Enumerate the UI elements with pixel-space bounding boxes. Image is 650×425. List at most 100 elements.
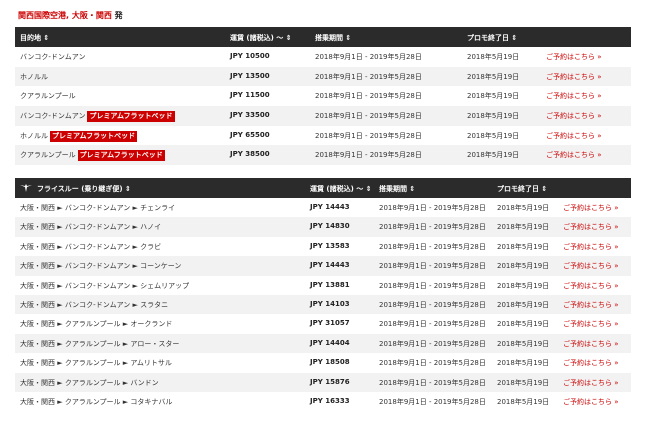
period-cell: 2018年9月1日 - 2019年5月28日 [379,242,486,251]
book-now-link[interactable]: ご予約はこちら » [546,131,602,141]
book-now-link[interactable]: ご予約はこちら » [563,319,619,329]
book-now-link[interactable]: ご予約はこちら » [546,52,602,62]
period-cell: 2018年9月1日 - 2019年5月28日 [315,72,422,81]
period-cell: 2018年9月1日 - 2019年5月28日 [379,281,486,290]
table-header: 目的地 ⇕ 運賃 (諸税込) ～ ⇕ 搭乗期間 ⇕ プロモ終了日 ⇕ [15,27,631,47]
promo-end-cell: 2018年5月19日 [467,112,520,121]
fare-cell: JPY 13881 [310,280,350,289]
fare-cell: JPY 10500 [230,52,270,60]
route-label: 大阪・関西 ► バンコク-ドンムアン ► クラビ [20,242,162,251]
promo-end-cell: 2018年5月19日 [497,262,550,271]
route-label: 大阪・関西 ► クアラルンプール ► バンドン [20,378,159,387]
book-now-link[interactable]: ご予約はこちら » [563,281,619,291]
header-period[interactable]: 搭乗期間 ⇕ [315,33,351,43]
route-cell: 大阪・関西 ► クアラルンプール ► アロー・スター [20,339,179,349]
period-cell: 2018年9月1日 - 2019年5月28日 [315,151,422,160]
period-cell: 2018年9月1日 - 2019年5月28日 [315,131,422,140]
table-row: 大阪・関西 ► クアラルンプール ► アムリトサル JPY 18508 2018年9… [15,353,631,373]
table-row: 大阪・関西 ► バンコク-ドンムアン ► スラタニ JPY 14103 2018年9… [15,294,631,315]
table-header: フライスルー (乗り継ぎ便) ⇕ 運賃 (諸税込) ～ ⇕ 搭乗期間 ⇕ プロモ… [15,178,631,198]
premium-flatbed-badge: プレミアムフラットベッド [77,150,165,162]
promo-end-cell: 2018年5月19日 [497,223,550,232]
page-title: 関西国際空港, 大阪・関西 発 [18,10,123,21]
route-cell: ホノルル [20,72,48,82]
promo-end-cell: 2018年5月19日 [497,320,550,329]
route-label: 大阪・関西 ► バンコク-ドンムアン ► コーンケーン [20,262,182,271]
fare-cell: JPY 13583 [310,241,350,250]
route-cell: 大阪・関西 ► バンコク-ドンムアン ► クラビ [20,242,161,252]
period-cell: 2018年9月1日 - 2019年5月28日 [379,397,486,406]
book-now-link[interactable]: ご予約はこちら » [563,339,619,349]
fare-cell: JPY 14443 [310,261,350,270]
route-label: 大阪・関西 ► バンコク-ドンムアン ► ハノイ [20,223,162,232]
table-row: 大阪・関西 ► バンコク-ドンムアン ► クラビ JPY 13583 2018年9月… [15,236,631,257]
book-now-link[interactable]: ご予約はこちら » [546,72,602,82]
header-destination[interactable]: 目的地 ⇕ [20,33,49,43]
book-now-link[interactable]: ご予約はこちら » [546,150,602,160]
period-cell: 2018年9月1日 - 2019年5月28日 [379,339,486,348]
route-label: ホノルル [20,131,48,140]
route-cell: 大阪・関西 ► クアラルンプール ► コタキナバル [20,397,172,407]
route-cell: 大阪・関西 ► バンコク-ドンムアン ► コーンケーン [20,261,181,271]
fare-cell: JPY 14103 [310,299,350,308]
header-promo-end[interactable]: プロモ終了日 ⇕ [497,184,547,194]
fare-cell: JPY 18508 [310,358,350,367]
header-destination[interactable]: フライスルー (乗り継ぎ便) ⇕ [37,184,131,194]
book-now-link[interactable]: ご予約はこちら » [563,261,619,271]
promo-end-cell: 2018年5月19日 [497,378,550,387]
table-row: 大阪・関西 ► バンコク-ドンムアン ► シェムリアップ JPY 13881 201… [15,275,631,295]
route-cell: 大阪・関西 ► バンコク-ドンムアン ► スラタニ [20,300,168,310]
promo-end-cell: 2018年5月19日 [497,339,550,348]
table-row: 大阪・関西 ► バンコク-ドンムアン ► ハノイ JPY 14830 2018年9月… [15,217,631,237]
period-cell: 2018年9月1日 - 2019年5月28日 [379,223,486,232]
table-row: ホノルル JPY 13500 2018年9月1日 - 2019年5月28日 2018年… [15,66,631,87]
fare-cell: JPY 33500 [230,111,270,120]
fare-cell: JPY 13500 [230,71,270,80]
route-cell: クアラルンプール プレミアムフラットベッド [20,150,165,162]
period-cell: 2018年9月1日 - 2019年5月28日 [379,300,486,309]
header-period[interactable]: 搭乗期間 ⇕ [379,184,415,194]
winged-logo-icon [20,184,32,192]
table-row: 大阪・関西 ► クアラルンプール ► オークランド JPY 31057 2018年9… [15,314,631,334]
fare-cell: JPY 14830 [310,222,350,231]
promo-end-cell: 2018年5月19日 [497,281,550,290]
route-label: ホノルル [20,72,48,81]
book-now-link[interactable]: ご予約はこちら » [563,222,619,232]
table-row: バンコク-ドンムアン プレミアムフラットベッド JPY 33500 2018年9月1日… [15,106,631,126]
route-label: 大阪・関西 ► クアラルンプール ► コタキナバル [20,397,173,406]
route-cell: 大阪・関西 ► クアラルンプール ► アムリトサル [20,358,172,368]
book-now-link[interactable]: ご予約はこちら » [546,91,602,101]
fare-cell: JPY 31057 [310,319,350,328]
route-label: バンコク-ドンムアン [20,53,86,61]
period-cell: 2018年9月1日 - 2019年5月28日 [315,112,422,121]
route-label: 大阪・関西 ► バンコク-ドンムアン ► シェムリアップ [20,281,190,290]
route-cell: ホノルル プレミアムフラットベッド [20,130,138,142]
route-label: バンコク-ドンムアン [20,112,86,121]
promo-end-cell: 2018年5月19日 [467,92,520,101]
book-now-link[interactable]: ご予約はこちら » [563,242,619,252]
fare-cell: JPY 15876 [310,377,350,386]
fare-cell: JPY 65500 [230,130,270,139]
route-cell: 大阪・関西 ► バンコク-ドンムアン ► ハノイ [20,222,161,232]
book-now-link[interactable]: ご予約はこちら » [563,397,619,407]
route-label: クアラルンプール [20,151,76,160]
promo-end-cell: 2018年5月19日 [497,397,550,406]
table-row: ホノルル プレミアムフラットベッド JPY 65500 2018年9月1日 - 201… [15,125,631,146]
origin-label: 関西国際空港, 大阪・関西 [18,11,112,20]
fare-cell: JPY 14443 [310,203,350,211]
book-now-link[interactable]: ご予約はこちら » [563,203,619,213]
period-cell: 2018年9月1日 - 2019年5月28日 [379,320,486,329]
promo-end-cell: 2018年5月19日 [497,300,550,309]
promo-end-cell: 2018年5月19日 [467,131,520,140]
table-row: 大阪・関西 ► クアラルンプール ► アロー・スター JPY 14404 2018年… [15,333,631,354]
book-now-link[interactable]: ご予約はこちら » [563,378,619,388]
book-now-link[interactable]: ご予約はこちら » [563,358,619,368]
header-fare[interactable]: 運賃 (諸税込) ～ ⇕ [310,184,372,194]
promo-end-cell: 2018年5月19日 [467,53,520,61]
header-promo-end[interactable]: プロモ終了日 ⇕ [467,33,517,43]
period-cell: 2018年9月1日 - 2019年5月28日 [315,53,422,61]
header-fare[interactable]: 運賃 (諸税込) ～ ⇕ [230,33,292,43]
book-now-link[interactable]: ご予約はこちら » [546,111,602,121]
origin-suffix: 発 [114,11,123,20]
book-now-link[interactable]: ご予約はこちら » [563,300,619,310]
